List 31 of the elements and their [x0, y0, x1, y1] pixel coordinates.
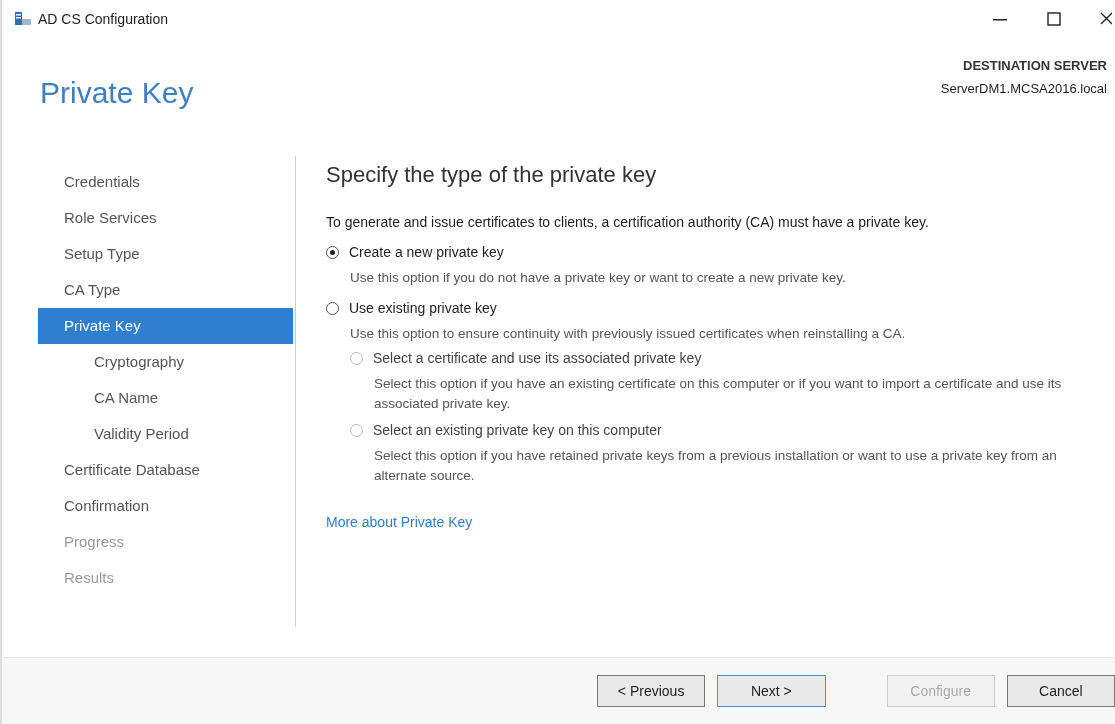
destination-label: DESTINATION SERVER	[963, 58, 1107, 73]
option-description: Select this option if you have an existing certificate on this computer or if you want to import a certificate and use its associated private key.	[374, 375, 1063, 413]
wizard-button[interactable]: Cancel	[1006, 675, 1115, 707]
sidebar-item[interactable]: Role Services	[38, 200, 293, 236]
option-description: Use this option to ensure continuity with previously issued certificates when reinstalling a CA.	[350, 325, 906, 343]
help-link[interactable]: More about Private Key	[326, 514, 473, 530]
option-description: Select this option if you have retained private keys from a previous installation or want to use a private key from an alternate source.	[374, 447, 1058, 485]
page-title: Private Key	[40, 76, 194, 111]
sidebar-item[interactable]: Setup Type	[38, 236, 293, 272]
sidebar-item[interactable]: Credentials	[38, 164, 293, 200]
radio-button[interactable]	[326, 301, 339, 315]
radio-button[interactable]	[326, 245, 339, 259]
sidebar-item[interactable]: Confirmation	[38, 488, 293, 524]
wizard-button[interactable]: < Previous	[597, 675, 706, 707]
server-name: ServerDM1.MCSA2016.local	[940, 81, 1107, 96]
option-label[interactable]: Create a new private key	[349, 244, 504, 260]
sidebar-item[interactable]: CA Name	[38, 380, 293, 416]
server-icon	[14, 11, 32, 27]
sidebar-item[interactable]: Private Key	[38, 308, 293, 344]
section-heading: Specify the type of the private key	[326, 162, 657, 188]
option-label[interactable]: Use existing private key	[349, 300, 497, 316]
maximize-icon[interactable]	[1046, 11, 1062, 27]
sidebar-item[interactable]: Certificate Database	[38, 452, 293, 488]
close-icon[interactable]	[1100, 11, 1112, 27]
sidebar-item[interactable]: CA Type	[38, 272, 293, 308]
wizard-button[interactable]: Next >	[717, 675, 826, 707]
sidebar-item[interactable]: Validity Period	[38, 416, 293, 452]
intro-text: To generate and issue certificates to clients, a certification authority (CA) must have a private key.	[326, 214, 929, 230]
sidebar-item[interactable]: Cryptography	[38, 344, 293, 380]
option-description: Use this option if you do not have a private key or want to create a new private key.	[350, 269, 846, 287]
window-title: AD CS Configuration	[38, 11, 168, 27]
